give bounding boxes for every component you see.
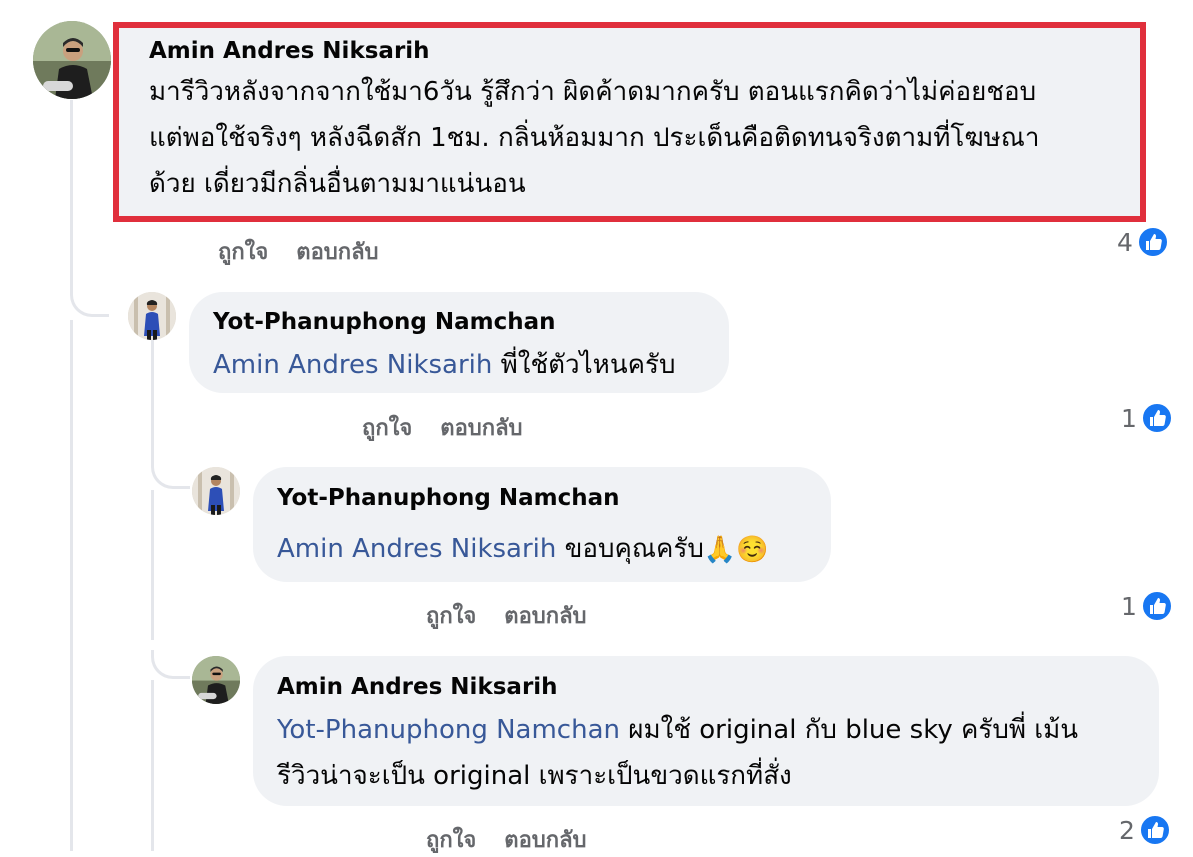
- avatar-amin[interactable]: [33, 21, 111, 99]
- like-thumbs-up-icon: [1140, 402, 1173, 434]
- reaction-count: 1: [1121, 591, 1137, 621]
- reply-link[interactable]: ตอบกลับ: [504, 604, 586, 629]
- like-link[interactable]: ถูกใจ: [218, 240, 268, 265]
- comment-text: Amin Andres Niksarih พี่ใช้ตัวไหนครับ: [213, 342, 729, 388]
- avatar-amin[interactable]: [192, 656, 240, 704]
- avatar-amin-photo: [33, 21, 111, 99]
- comment-bubble-2: Yot-Phanuphong Namchan Amin Andres Niksa…: [189, 292, 729, 393]
- comment-actions: ถูกใจ ตอบกลับ: [362, 410, 551, 445]
- like-link[interactable]: ถูกใจ: [426, 604, 476, 629]
- reaction-count: 2: [1119, 815, 1135, 845]
- reaction-count: 4: [1117, 227, 1133, 257]
- like-thumbs-up-icon: [1136, 226, 1169, 258]
- comment-text-line: Yot-Phanuphong Namchan ผมใช้ original กั…: [277, 707, 1159, 753]
- thread-curve-reply-1: [70, 288, 109, 317]
- smiling-face-emoji: ☺️: [736, 534, 769, 565]
- comment-text: มารีวิวหลังจากจากใช้มา6วัน รู้สึกว่า ผิด…: [149, 69, 1140, 207]
- comment-text-line: มารีวิวหลังจากจากใช้มา6วัน รู้สึกว่า ผิด…: [149, 77, 1037, 107]
- comment-text-body: ขอบคุณครับ: [556, 534, 704, 564]
- like-link[interactable]: ถูกใจ: [426, 828, 476, 853]
- reply-link[interactable]: ตอบกลับ: [296, 240, 378, 265]
- thread-line-sub-lower: [151, 490, 154, 640]
- thread-line-sub-bottom: [151, 680, 154, 851]
- thread-line-sub: [151, 340, 154, 460]
- comment-author[interactable]: Yot-Phanuphong Namchan: [277, 484, 831, 512]
- like-link[interactable]: ถูกใจ: [362, 416, 412, 441]
- comment-actions: ถูกใจ ตอบกลับ: [426, 598, 615, 633]
- mention-link[interactable]: Amin Andres Niksarih: [277, 534, 556, 564]
- comment-text: Yot-Phanuphong Namchan ผมใช้ original กั…: [277, 707, 1159, 799]
- thread-curve-reply-3: [151, 650, 190, 679]
- mention-link[interactable]: Yot-Phanuphong Namchan: [277, 715, 620, 745]
- thread-curve-reply-2: [151, 460, 190, 489]
- comment-bubble-3: Yot-Phanuphong Namchan Amin Andres Niksa…: [253, 467, 831, 582]
- reaction-count: 1: [1121, 403, 1137, 433]
- comment-author[interactable]: Yot-Phanuphong Namchan: [213, 308, 729, 336]
- comment-text-body: ผมใช้ original กับ blue sky ครับพี่ เม้น: [620, 715, 1079, 745]
- comment-text-line: แต่พอใช้จริงๆ หลังฉีดสัก 1ชม. กลิ่นห้อมม…: [149, 123, 1040, 153]
- comment-author[interactable]: Amin Andres Niksarih: [149, 37, 1140, 65]
- comment-text-line: รีวิวน่าจะเป็น original เพราะเป็นขวดแรกท…: [277, 761, 792, 791]
- reaction-summary[interactable]: 1: [1121, 402, 1173, 434]
- reply-link[interactable]: ตอบกลับ: [504, 828, 586, 853]
- mention-link[interactable]: Amin Andres Niksarih: [213, 350, 492, 380]
- avatar-yot-photo: [192, 467, 240, 515]
- comment-author[interactable]: Amin Andres Niksarih: [277, 673, 1159, 701]
- reaction-summary[interactable]: 2: [1119, 814, 1171, 846]
- comment-text: Amin Andres Niksarih ขอบคุณครับ🙏☺️: [277, 526, 831, 573]
- comment-text-line: ด้วย เดี่ยวมีกลิ่นอื่นตามมาแน่นอน: [149, 169, 526, 199]
- avatar-yot[interactable]: [192, 467, 240, 515]
- comment-bubble-4: Amin Andres Niksarih Yot-Phanuphong Namc…: [253, 656, 1159, 806]
- reaction-summary[interactable]: 4: [1117, 226, 1169, 258]
- like-thumbs-up-icon: [1140, 590, 1173, 622]
- comment-actions: ถูกใจ ตอบกลับ: [218, 234, 407, 269]
- comment-actions: ถูกใจ ตอบกลับ: [426, 822, 615, 857]
- thread-line-main-lower: [70, 320, 73, 851]
- reply-link[interactable]: ตอบกลับ: [440, 416, 522, 441]
- like-thumbs-up-icon: [1138, 814, 1171, 846]
- avatar-yot-photo: [128, 292, 176, 340]
- thread-line-main: [70, 100, 73, 290]
- comment-text-body: พี่ใช้ตัวไหนครับ: [492, 350, 676, 380]
- praying-hands-emoji: 🙏: [703, 534, 737, 565]
- avatar-yot[interactable]: [128, 292, 176, 340]
- comment-bubble-1: Amin Andres Niksarih มารีวิวหลังจากจากใช…: [113, 22, 1146, 222]
- reaction-summary[interactable]: 1: [1121, 590, 1173, 622]
- avatar-amin-photo: [192, 656, 240, 704]
